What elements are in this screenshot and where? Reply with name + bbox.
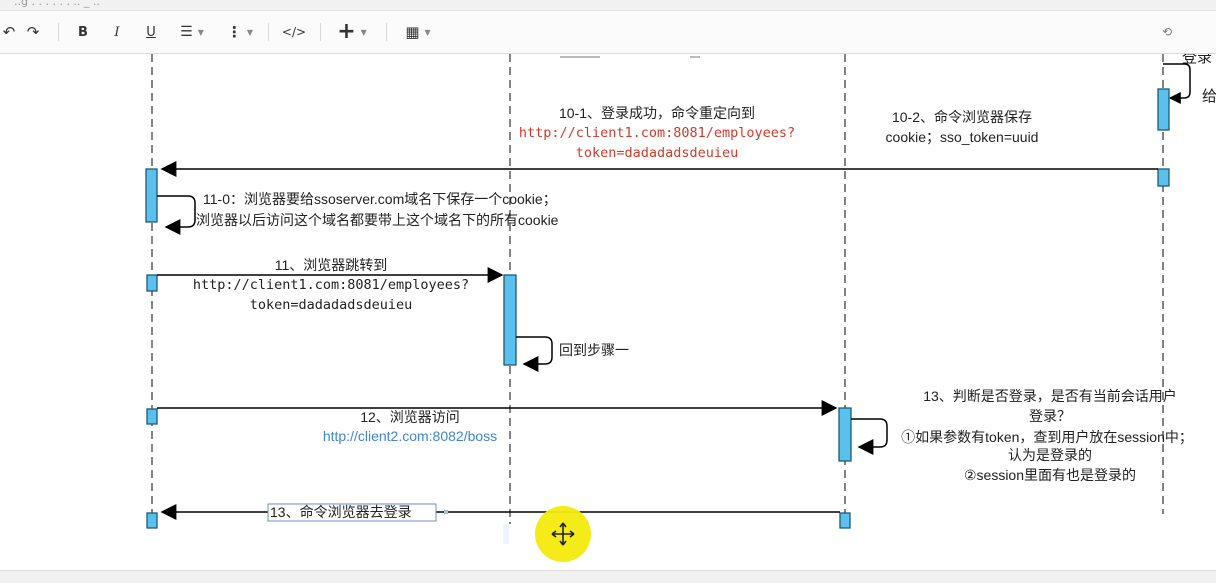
- chevron-down-icon: ▼: [197, 27, 204, 37]
- note-13-line3: ①如果参数有token，查到用户放在session中；: [901, 429, 1193, 446]
- redo-icon: ↷: [26, 23, 40, 41]
- activation-client2: [838, 407, 852, 462]
- resize-handle[interactable]: [444, 510, 448, 514]
- self-back-label: 回到步骤一: [559, 342, 629, 358]
- msg-11-line1: 11、浏览器跳转到: [275, 257, 388, 273]
- chevron-down-icon: ▼: [424, 27, 431, 37]
- redo-button[interactable]: ↷: [22, 11, 44, 53]
- table-icon: ▦: [405, 23, 420, 41]
- status-bar: [0, 570, 1216, 583]
- chevron-down-icon: ▼: [360, 27, 367, 37]
- sequence-diagram: 登录 给 10-1、登录成功，命令重定向到 http://client1.com…: [145, 49, 1216, 562]
- msg-10-1-url: http://client1.com:8081/employees?: [519, 125, 795, 141]
- align-left-icon: ☰: [180, 24, 193, 40]
- italic-button[interactable]: I: [106, 11, 128, 53]
- note-13-line5: ②session里面有也是登录的: [964, 467, 1136, 483]
- toolbar-divider: [58, 23, 59, 41]
- note-11-0-line2: 浏览器以后访问这个域名都要带上这个域名下的所有cookie: [196, 212, 559, 228]
- self-message-client1: [516, 336, 553, 372]
- partial-label-right: 给: [1202, 88, 1216, 105]
- activation-browser-13: [146, 512, 158, 529]
- msg-10-2-line1: 10-2、命令浏览器保存: [892, 109, 1032, 125]
- table-dropdown[interactable]: ▦ ▼: [396, 11, 440, 53]
- diagram-canvas[interactable]: 登录 给 10-1、登录成功，命令重定向到 http://client1.com…: [0, 49, 1216, 570]
- more-vertical-icon: ⋮: [226, 23, 242, 41]
- toolbar-divider: [386, 23, 387, 41]
- window-title: ..g . . . . . . .. _ ..: [14, 0, 100, 8]
- link-button[interactable]: ⟲: [1156, 11, 1178, 53]
- activation-client1: [503, 274, 517, 366]
- self-message-browser: [157, 195, 196, 235]
- undo-icon: ↶: [2, 23, 16, 41]
- align-dropdown[interactable]: ☰ ▼: [172, 11, 212, 53]
- insert-dropdown[interactable]: + ▼: [330, 11, 374, 53]
- bold-button[interactable]: B: [72, 11, 94, 53]
- editor-toolbar: ↶ ↷ B I U ☰ ▼ ⋮ ▼ </> + ▼ ▦ ▼ ⟲: [0, 11, 1216, 54]
- note-11-0-line1: 11-0：浏览器要给ssoserver.com域名下保存一个cookie；: [203, 191, 557, 208]
- resize-handle[interactable]: [503, 524, 509, 544]
- undo-button[interactable]: ↶: [0, 11, 18, 53]
- msg-10-1-line1: 10-1、登录成功，命令重定向到: [559, 105, 755, 121]
- activation-browser-11: [146, 274, 158, 292]
- plus-icon: +: [337, 19, 356, 44]
- underline-button[interactable]: U: [140, 11, 162, 53]
- toolbar-divider: [320, 23, 321, 41]
- self-message-client2: [851, 418, 888, 455]
- msg-13-edit-label[interactable]: 13、命令浏览器去登录: [270, 504, 412, 520]
- activation-browser-12: [146, 408, 158, 425]
- activation-client2-13: [839, 512, 851, 529]
- toolbar-divider: [268, 23, 269, 41]
- activation-browser-11-0: [145, 168, 158, 223]
- chevron-down-icon: ▼: [246, 27, 254, 37]
- msg-10-2-line2: cookie；sso_token=uuid: [886, 129, 1039, 146]
- activation-ssoserver: [1157, 88, 1170, 131]
- activation-ssoserver-small: [1157, 168, 1170, 187]
- msg-12-line1: 12、浏览器访问: [360, 409, 460, 425]
- link-icon: ⟲: [1161, 25, 1173, 39]
- code-button[interactable]: </>: [280, 11, 308, 53]
- msg-11-url: http://client1.com:8081/employees?: [193, 277, 469, 293]
- window-title-strip: ..g . . . . . . .. _ ..: [0, 0, 1216, 11]
- msg-10-1-token: token=dadadadsdeuieu: [576, 145, 739, 161]
- note-13-line2: 登录？: [1029, 408, 1071, 424]
- note-13-line4: 认为是登录的: [1008, 447, 1092, 463]
- note-13-line1: 13、判断是否登录，是否有当前会话用户: [923, 388, 1177, 404]
- more-options-dropdown[interactable]: ⋮ ▼: [222, 11, 258, 53]
- msg-12-url: http://client2.com:8082/boss: [323, 428, 497, 444]
- msg-11-token: token=dadadadsdeuieu: [250, 297, 413, 313]
